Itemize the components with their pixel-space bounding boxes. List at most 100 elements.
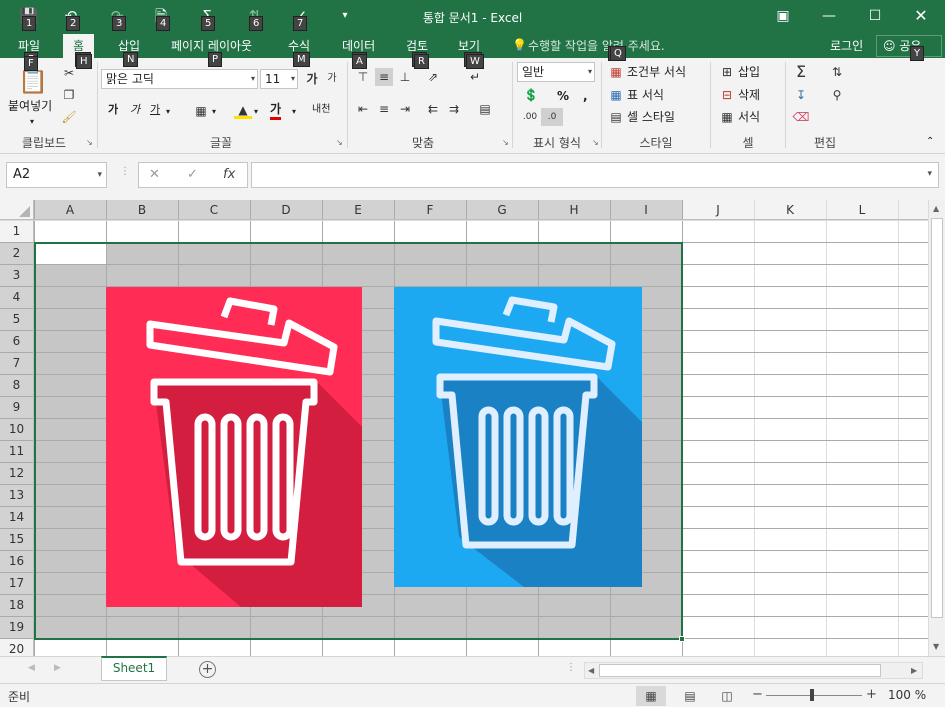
expand-formula-icon[interactable]: ▾ [927,169,932,179]
row-header-4[interactable]: 4 [0,286,33,308]
decrease-decimal-icon[interactable]: .0 [541,108,563,126]
trash-icon-red[interactable] [106,287,362,607]
format-table-icon[interactable]: ▦ [607,86,625,104]
shrink-font-icon[interactable]: 가 [323,70,341,88]
format-cells-icon[interactable]: ▦ [718,108,736,126]
merge-center-icon[interactable]: ▤ [476,100,494,118]
zoom-slider[interactable] [766,695,862,696]
page-break-view-icon[interactable]: ◫ [712,686,742,706]
column-header-i[interactable]: I [610,200,682,220]
font-color-button[interactable]: 가 [270,101,282,120]
format-table-button[interactable]: 표 서식 [627,87,664,103]
cell-styles-icon[interactable]: ▤ [607,108,625,126]
row-header-2[interactable]: 2 [0,242,33,264]
normal-view-icon[interactable]: ▦ [636,686,666,706]
increase-decimal-icon[interactable]: .00 [519,108,541,126]
fill-handle[interactable] [679,636,685,642]
wrap-text-icon[interactable]: ↵ [466,68,484,86]
tell-me-box[interactable]: 수행할 작업을 알려 주세요. [528,37,665,55]
alignment-launcher-icon[interactable]: ↘ [502,138,509,147]
cell-styles-button[interactable]: 셀 스타일 [627,109,675,125]
clipboard-launcher-icon[interactable]: ↘ [86,138,93,147]
number-format-combo[interactable]: 일반 ▾ [517,62,595,82]
sheet-tab-sheet1[interactable]: Sheet1 [101,656,167,681]
row-header-12[interactable]: 12 [0,462,33,484]
row-header-8[interactable]: 8 [0,374,33,396]
trash-icon-blue[interactable] [394,287,642,587]
column-header-f[interactable]: F [394,200,466,220]
vertical-scroll-thumb[interactable] [931,218,943,618]
paste-button-label[interactable]: 붙여넣기 [8,98,52,114]
vertical-scrollbar[interactable]: ▲ ▼ [928,200,945,656]
bold-button[interactable]: 가 [108,102,118,118]
column-header-g[interactable]: G [466,200,538,220]
zoom-in-icon[interactable]: + [866,687,877,702]
maximize-button[interactable]: ☐ [852,0,898,32]
orientation-icon[interactable]: ⇗ [424,68,442,86]
zoom-slider-thumb[interactable] [810,689,814,701]
row-header-10[interactable]: 10 [0,418,33,440]
border-icon[interactable]: ▦ [192,102,210,120]
scroll-down-icon[interactable]: ▼ [933,642,939,651]
column-header-d[interactable]: D [250,200,322,220]
format-painter-icon[interactable]: 🖌 [60,108,78,126]
underline-button[interactable]: 가 [150,102,160,118]
column-header-h[interactable]: H [538,200,610,220]
row-header-18[interactable]: 18 [0,594,33,616]
scroll-up-icon[interactable]: ▲ [933,204,939,213]
row-header-16[interactable]: 16 [0,550,33,572]
format-cells-button[interactable]: 서식 [738,109,760,125]
delete-cells-button[interactable]: 삭제 [738,87,760,103]
close-button[interactable]: ✕ [898,0,944,32]
column-header-e[interactable]: E [322,200,394,220]
zoom-out-icon[interactable]: − [752,687,763,702]
worksheet[interactable]: ABCDEFGHIJKL 1 2 3 4 5 6 7 8 9 10 11 12 13 14 15 16 17 18… [0,200,945,656]
delete-cells-icon[interactable]: ⊟ [718,86,736,104]
minimize-button[interactable]: — [806,0,852,32]
align-middle-icon[interactable]: ≡ [375,68,393,86]
row-header-1[interactable]: 1 [0,220,33,242]
align-left-icon[interactable]: ⇤ [354,100,372,118]
comma-style-icon[interactable]: , [583,88,588,104]
chevron-down-icon[interactable]: ▾ [166,104,170,120]
horizontal-scroll-thumb[interactable] [599,664,881,677]
conditional-format-icon[interactable]: ▦ [607,63,625,81]
font-size-combo[interactable]: 11 ▾ [260,69,298,89]
row-header-6[interactable]: 6 [0,330,33,352]
fill-color-icon[interactable]: ▲ [234,101,252,119]
find-select-icon[interactable]: ⚲ [828,86,846,104]
scroll-right-icon[interactable]: ▶ [911,666,917,675]
row-header-3[interactable]: 3 [0,264,33,286]
page-layout-view-icon[interactable]: ▤ [675,686,705,706]
percent-style-icon[interactable]: % [557,88,569,104]
phonetic-button[interactable]: 내천 [312,102,330,118]
add-sheet-icon[interactable]: + [199,661,216,678]
name-box[interactable]: A2 ▾ [6,162,107,188]
decrease-indent-icon[interactable]: ⇇ [424,100,442,118]
insert-function-icon[interactable]: fx [223,167,235,182]
paste-dropdown-icon[interactable]: ▾ [30,114,34,130]
formula-input[interactable]: ▾ [251,162,939,188]
grow-font-icon[interactable]: 가 [303,70,321,88]
number-launcher-icon[interactable]: ↘ [592,138,599,147]
italic-button[interactable]: 가 [130,102,140,118]
active-cell[interactable] [34,242,106,264]
row-header-7[interactable]: 7 [0,352,33,374]
accounting-format-icon[interactable]: 💲 [519,86,543,104]
next-sheet-icon[interactable]: ▶ [54,663,61,673]
align-bottom-icon[interactable]: ⊥ [396,68,414,86]
row-header-13[interactable]: 13 [0,484,33,506]
zoom-level[interactable]: 100 % [888,688,926,702]
row-header-14[interactable]: 14 [0,506,33,528]
row-header-5[interactable]: 5 [0,308,33,330]
row-header-15[interactable]: 15 [0,528,33,550]
column-header-k[interactable]: K [754,200,826,220]
insert-cells-icon[interactable]: ⊞ [718,63,736,81]
column-header-c[interactable]: C [178,200,250,220]
align-center-icon[interactable]: ≡ [375,100,393,118]
row-header-20[interactable]: 20 [0,638,33,656]
copy-icon[interactable]: ❐ [60,86,78,104]
horizontal-scrollbar[interactable]: ◀ ▶ [584,662,923,679]
insert-cells-button[interactable]: 삽입 [738,64,760,80]
column-header-a[interactable]: A [34,200,106,220]
